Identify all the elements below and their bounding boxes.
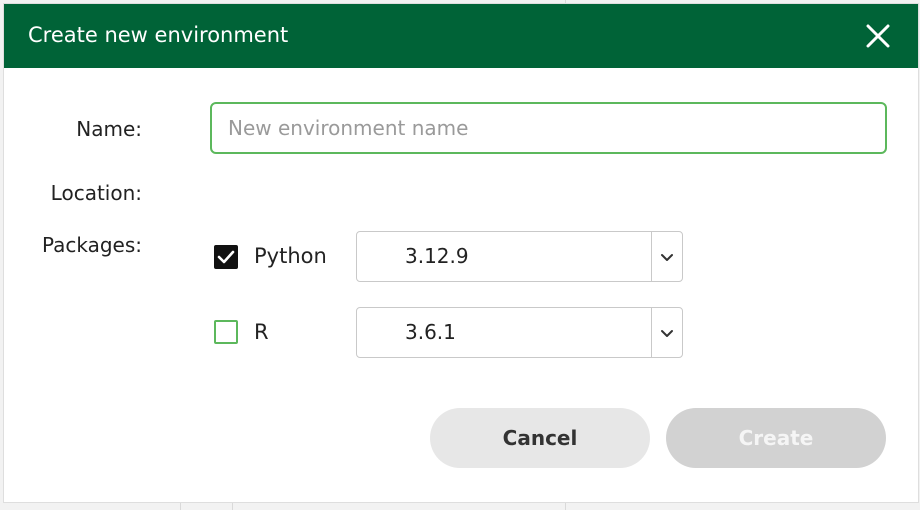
select-divider xyxy=(651,308,652,357)
python-version-select[interactable]: 3.12.9 xyxy=(356,231,683,282)
r-version-select[interactable]: 3.6.1 xyxy=(356,307,683,358)
create-button[interactable]: Create xyxy=(666,408,886,468)
dialog-title: Create new environment xyxy=(28,23,289,47)
python-package-label: Python xyxy=(254,244,327,268)
chevron-down-icon xyxy=(661,254,673,261)
checkmark-icon xyxy=(217,250,235,264)
r-version-value: 3.6.1 xyxy=(405,320,456,344)
chevron-down-icon xyxy=(661,330,673,337)
close-icon xyxy=(866,24,890,48)
dialog-titlebar: Create new environment xyxy=(4,4,918,68)
cancel-button[interactable]: Cancel xyxy=(430,408,650,468)
select-divider xyxy=(651,232,652,281)
packages-label: Packages: xyxy=(41,233,142,257)
python-checkbox[interactable] xyxy=(214,245,238,269)
close-button[interactable] xyxy=(860,18,896,54)
python-version-value: 3.12.9 xyxy=(405,244,469,268)
r-checkbox[interactable] xyxy=(214,320,238,344)
location-label: Location: xyxy=(50,181,142,205)
environment-name-input[interactable] xyxy=(210,102,887,154)
name-label: Name: xyxy=(76,117,142,141)
r-package-label: R xyxy=(254,320,269,344)
create-environment-dialog: Create new environment Name: Location: P… xyxy=(4,4,918,502)
